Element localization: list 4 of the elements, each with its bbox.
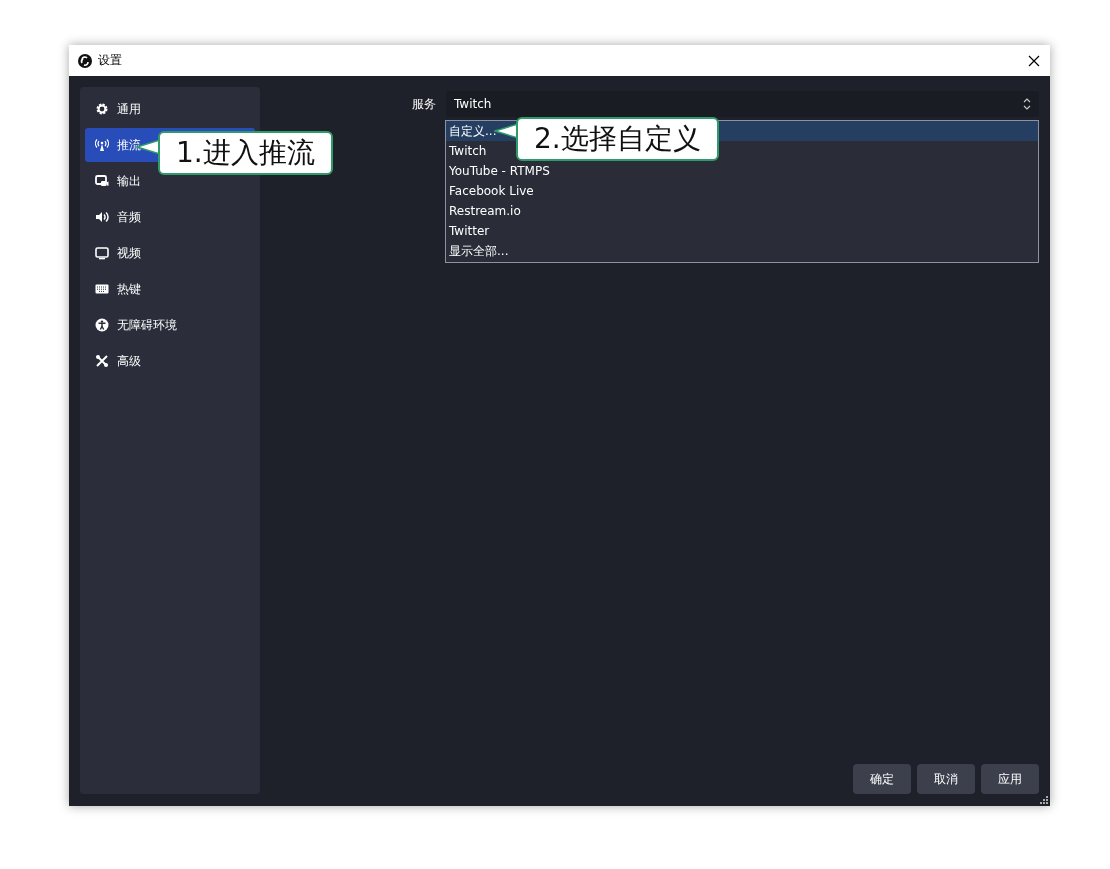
window-title: 设置 — [98, 52, 123, 69]
callout-tooltip: 1.进入推流 — [158, 131, 333, 176]
callout-tooltip: 2.选择自定义 — [516, 117, 719, 162]
service-label: 服务 — [412, 95, 437, 113]
